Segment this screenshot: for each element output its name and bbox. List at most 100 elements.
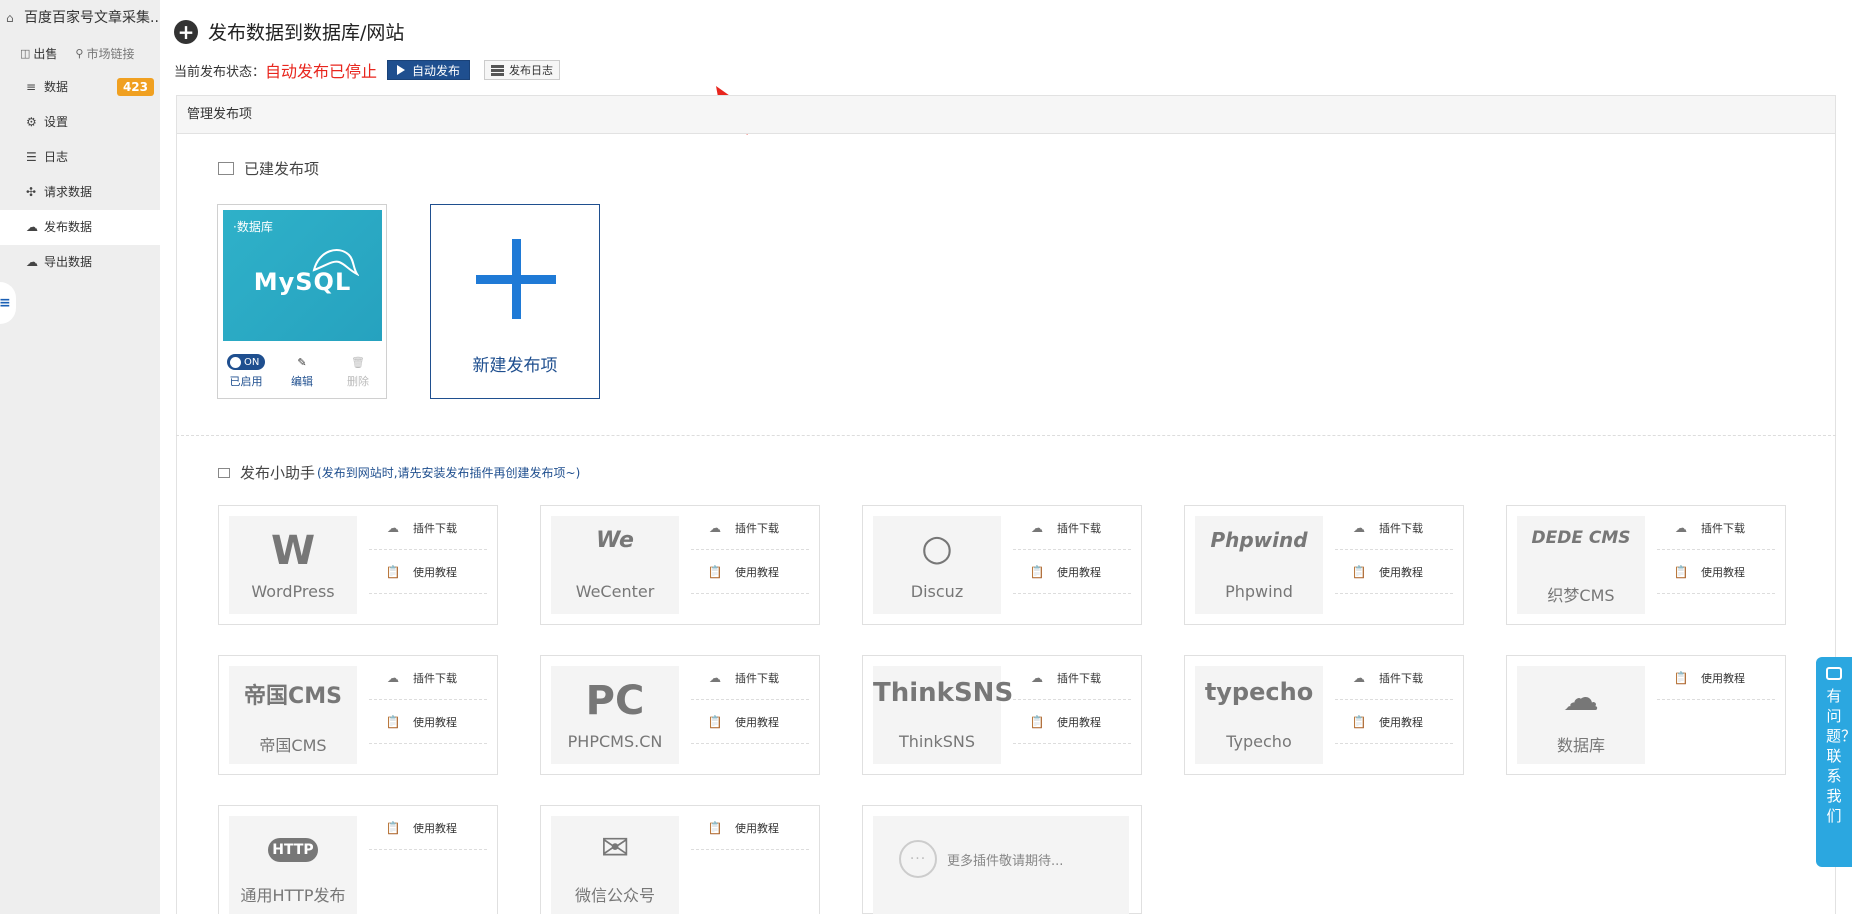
status-label: 当前发布状态：: [174, 64, 266, 80]
clipboard-icon: 📋: [1351, 564, 1367, 579]
plugin-logo: 帝国CMS 帝国CMS: [229, 666, 357, 764]
plugin-download-link[interactable]: ☁ 插件下载: [1335, 656, 1453, 700]
plugin-logo-mark: PC: [585, 678, 645, 724]
plugin-tutorial-link[interactable]: 📋 使用教程: [691, 550, 809, 594]
clipboard-icon: 📋: [385, 714, 401, 729]
plugin-tutorial-link[interactable]: 📋 使用教程: [1335, 700, 1453, 744]
sidebar-item-publish-data[interactable]: ☁ 发布数据: [0, 210, 160, 245]
clipboard-icon: 📋: [1673, 670, 1689, 685]
plugin-name: WeCenter: [575, 582, 655, 601]
helper-section-label: 发布小助手: [240, 464, 316, 482]
plugin-name: Typecho: [1226, 732, 1292, 751]
plugin-download-link[interactable]: ☁ 插件下载: [369, 506, 487, 550]
toggle-switch[interactable]: ON: [227, 354, 265, 370]
db-publish-card[interactable]: ·数据库 MySQL ON 已启用 ✎ 编辑 🗑 删除: [217, 204, 387, 399]
plugin-tutorial-link[interactable]: 📋 使用教程: [369, 806, 487, 850]
edit-label: 编辑: [291, 375, 313, 388]
cloud-upload-icon: ☁: [709, 520, 721, 535]
market-link[interactable]: ⚲ 市场链接: [75, 45, 134, 62]
plugin-download-label: 插件下载: [1057, 521, 1101, 535]
enabled-label: 已启用: [229, 375, 263, 388]
plugin-tutorial-link[interactable]: 📋 使用教程: [369, 550, 487, 594]
sidebar-item-export-data[interactable]: ☁ 导出数据: [0, 245, 160, 280]
sidebar-item-label: 导出数据: [44, 255, 93, 269]
plugin-tutorial-label: 使用教程: [1701, 565, 1745, 579]
plugin-tutorial-link[interactable]: 📋 使用教程: [691, 700, 809, 744]
sell-link[interactable]: ◫ 出售: [20, 45, 57, 62]
plugin-card: PC PHPCMS.CN ☁ 插件下载 📋 使用教程: [540, 655, 820, 775]
clipboard-icon: 📋: [707, 820, 723, 835]
sidebar-item-log[interactable]: ☰ 日志: [0, 140, 160, 175]
plugin-download-label: 插件下载: [413, 671, 457, 685]
cloud-download-icon: ☁: [26, 255, 38, 269]
plugin-card: ○ Discuz ☁ 插件下载 📋 使用教程: [862, 505, 1142, 625]
sidebar-item-label: 数据: [44, 80, 69, 94]
plugin-tutorial-link[interactable]: 📋 使用教程: [1335, 550, 1453, 594]
plugin-download-link[interactable]: ☁ 插件下载: [1013, 656, 1131, 700]
toggle-label: ON: [244, 356, 260, 368]
plugin-tutorial-link[interactable]: 📋 使用教程: [369, 700, 487, 744]
panel-title: 管理发布项: [177, 96, 1835, 134]
plugin-download-label: 插件下载: [735, 521, 779, 535]
plugin-name: ThinkSNS: [898, 732, 976, 751]
plugin-tutorial-link[interactable]: 📋 使用教程: [1657, 550, 1775, 594]
sidebar-item-data[interactable]: ≡ 数据 423: [0, 70, 160, 105]
plus-icon-bar: [476, 275, 556, 284]
sidebar-item-settings[interactable]: ⚙ 设置: [0, 105, 160, 140]
clipboard-icon: 📋: [1029, 564, 1045, 579]
page-title: + 发布数据到数据库/网站: [174, 18, 404, 45]
plugin-logo-mark: 帝国CMS: [244, 684, 342, 709]
new-publish-item-button[interactable]: 新建发布项: [430, 204, 600, 399]
plugin-logo: ○ Discuz: [873, 516, 1001, 614]
cloud-upload-icon: ☁: [1031, 670, 1043, 685]
built-section-label: 已建发布项: [244, 160, 320, 178]
plugin-tutorial-label: 使用教程: [413, 565, 457, 579]
publish-status-row: 当前发布状态： 自动发布已停止 自动发布 发布日志: [174, 58, 561, 82]
delete-button[interactable]: 🗑 删除: [330, 353, 386, 389]
cloud-upload-icon: ☁: [1353, 670, 1365, 685]
share-icon: ✣: [26, 185, 37, 199]
plugin-logo-mark: ○: [921, 528, 953, 569]
plus-circle-icon: +: [174, 19, 198, 44]
plugin-tutorial-label: 使用教程: [413, 715, 457, 729]
plugin-tutorial-link[interactable]: 📋 使用教程: [1013, 550, 1131, 594]
plugin-logo: ☁ 数据库: [1517, 666, 1645, 764]
plugin-tutorial-label: 使用教程: [1379, 715, 1423, 729]
sidebar-item-request-data[interactable]: ✣ 请求数据: [0, 175, 160, 210]
plugin-tutorial-link[interactable]: 📋 使用教程: [691, 806, 809, 850]
auto-publish-button[interactable]: 自动发布: [387, 60, 471, 80]
plugin-download-link[interactable]: ☁ 插件下载: [369, 656, 487, 700]
app-title: ⌂ 百度百家号文章采集...: [0, 0, 160, 36]
plugin-logo-mark: DEDE CMS: [1531, 528, 1631, 548]
log-icon: [491, 64, 505, 76]
plugin-card: ✉ 微信公众号 📋 使用教程: [540, 805, 820, 914]
plugin-download-link[interactable]: ☁ 插件下载: [691, 506, 809, 550]
cloud-upload-icon: ☁: [387, 670, 399, 685]
sidebar-collapse-toggle[interactable]: ≡: [0, 282, 16, 324]
enable-toggle[interactable]: ON 已启用: [218, 353, 274, 389]
publish-log-button[interactable]: 发布日志: [484, 60, 561, 80]
cloud-upload-icon: ☁: [387, 520, 399, 535]
plugin-download-link[interactable]: ☁ 插件下载: [1335, 506, 1453, 550]
plugin-download-link[interactable]: ☁ 插件下载: [691, 656, 809, 700]
edit-button[interactable]: ✎ 编辑: [274, 353, 330, 389]
plugin-tutorial-link[interactable]: 📋 使用教程: [1657, 656, 1775, 700]
status-value: 自动发布已停止: [265, 62, 378, 81]
plugin-card: HTTP 通用HTTP发布 📋 使用教程: [218, 805, 498, 914]
plugin-download-label: 插件下载: [1057, 671, 1101, 685]
plugin-logo-mark: ☁: [1563, 678, 1599, 719]
plugin-tutorial-link[interactable]: 📋 使用教程: [1013, 700, 1131, 744]
plugin-logo: DEDE CMS 织梦CMS: [1517, 516, 1645, 614]
plugin-card: ☁ 数据库 📋 使用教程: [1506, 655, 1786, 775]
plugin-card: We WeCenter ☁ 插件下载 📋 使用教程: [540, 505, 820, 625]
plugin-download-link[interactable]: ☁ 插件下载: [1657, 506, 1775, 550]
plugin-logo-mark: ThinkSNS: [873, 678, 1014, 708]
contact-us-tab[interactable]: 有问题？联系我们: [1816, 657, 1852, 867]
plugin-download-label: 插件下载: [1379, 521, 1423, 535]
plugin-logo-mark: Phpwind: [1210, 528, 1308, 552]
section-divider: [176, 435, 1836, 436]
plugin-tutorial-label: 使用教程: [1057, 565, 1101, 579]
plugin-logo-mark: W: [270, 528, 316, 574]
plugin-download-link[interactable]: ☁ 插件下载: [1013, 506, 1131, 550]
plugin-logo: Phpwind Phpwind: [1195, 516, 1323, 614]
